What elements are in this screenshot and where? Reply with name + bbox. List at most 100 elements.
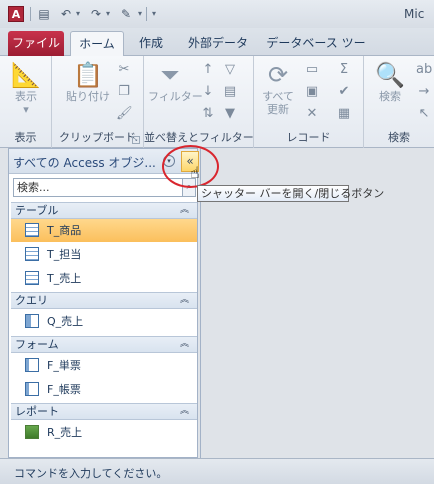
nav-item-label: T_担当 <box>47 248 82 261</box>
collapse-icon: ︽ <box>179 406 189 416</box>
category-header-reports[interactable]: レポート ︽ <box>11 403 197 420</box>
refresh-icon: ⟳ <box>267 61 289 89</box>
view-button-label: 表示 <box>15 90 37 103</box>
paste-button[interactable]: 📋 貼り付け <box>66 60 110 103</box>
form-icon <box>25 358 39 372</box>
paste-icon: 📋 <box>73 61 103 89</box>
ribbon: 📐 表示 ▾ 表示 📋 貼り付け ✂ ❐ 🖌 クリップボード ↘ ⏷ フィルター… <box>0 56 434 148</box>
tab-external-data[interactable]: 外部データ <box>184 31 252 56</box>
nav-item-table[interactable]: T_商品 <box>11 219 197 242</box>
cut-icon[interactable]: ✂ <box>116 62 132 78</box>
tab-create[interactable]: 作成 <box>130 31 172 56</box>
report-icon <box>25 425 39 439</box>
nav-item-report[interactable]: R_売上 <box>11 421 197 444</box>
group-sort-filter-label: 並べ替えとフィルター <box>144 131 254 144</box>
nav-pane-title[interactable]: すべての Access オブジ... <box>13 154 156 171</box>
refresh-label-line2: 更新 <box>267 103 289 116</box>
clear-sort-icon[interactable]: ⇅ <box>200 106 216 122</box>
nav-item-label: Q_売上 <box>47 315 84 328</box>
group-find-label: 検索 <box>388 131 410 144</box>
copy-icon[interactable]: ❐ <box>116 84 132 100</box>
refresh-all-button[interactable]: ⟳ すべて 更新 <box>256 60 300 116</box>
nav-search-input[interactable]: 検索... <box>13 178 183 197</box>
nav-item-label: T_商品 <box>47 224 82 237</box>
redo-dropdown-icon[interactable]: ▾ <box>104 6 112 22</box>
undo-dropdown-icon[interactable]: ▾ <box>74 6 82 22</box>
toggle-filter-icon[interactable]: ▼ <box>222 106 238 122</box>
window-title: Mic <box>404 7 425 21</box>
navigation-pane: すべての Access オブジ... ▾ « 検索... ⌕ テーブル ︽ T_… <box>8 148 199 458</box>
category-header-queries[interactable]: クエリ ︽ <box>11 292 197 309</box>
new-record-icon[interactable]: ▭ <box>304 62 320 78</box>
redo-icon[interactable]: ↷ <box>88 6 104 22</box>
goto-icon[interactable]: → <box>416 84 432 100</box>
shutter-tooltip: シャッター バーを開く/閉じるボタン <box>197 185 384 202</box>
undo-icon[interactable]: ↶ <box>58 6 74 22</box>
category-header-forms[interactable]: フォーム ︽ <box>11 336 197 353</box>
qat-menu-icon[interactable]: ▾ <box>150 6 158 22</box>
group-find: 🔍 検索 ab → ↖ 検索 <box>364 56 434 148</box>
status-text: コマンドを入力してください。 <box>14 467 168 480</box>
filter-button-label: フィルター <box>148 90 203 103</box>
group-clipboard-label: クリップボード <box>59 131 136 144</box>
filter-button[interactable]: ⏷ フィルター <box>148 60 203 103</box>
binoculars-icon: 🔍 <box>375 61 405 89</box>
category-header-tables[interactable]: テーブル ︽ <box>11 202 197 219</box>
collapse-icon: ︽ <box>179 205 189 215</box>
sort-descending-icon[interactable]: ↓ <box>200 84 216 100</box>
category-label: クエリ <box>15 294 48 307</box>
group-clipboard: 📋 貼り付け ✂ ❐ 🖌 クリップボード ↘ <box>52 56 144 148</box>
nav-item-form[interactable]: F_帳票 <box>11 378 197 401</box>
table-icon <box>25 223 39 237</box>
find-button[interactable]: 🔍 検索 <box>368 60 412 103</box>
select-icon[interactable]: ↖ <box>416 106 432 122</box>
collapse-icon: ︽ <box>179 295 189 305</box>
delete-record-icon[interactable]: ✕ <box>304 106 320 122</box>
tab-database-tools[interactable]: データベース ツール <box>264 31 368 75</box>
group-view-label: 表示 <box>14 131 37 144</box>
tab-file[interactable]: ファイル <box>8 31 64 56</box>
group-view: 📐 表示 ▾ 表示 <box>0 56 52 148</box>
customize-icon[interactable]: ✎ <box>118 6 134 22</box>
nav-item-table[interactable]: T_売上 <box>11 267 197 290</box>
nav-item-query[interactable]: Q_売上 <box>11 310 197 333</box>
spelling-icon[interactable]: ✔ <box>336 84 352 100</box>
totals-icon[interactable]: Σ <box>336 62 352 78</box>
mouse-pointer-icon: ☝ <box>190 163 200 182</box>
table-icon <box>25 271 39 285</box>
nav-item-form[interactable]: F_単票 <box>11 354 197 377</box>
status-bar: コマンドを入力してください。 <box>0 458 434 484</box>
category-label: テーブル <box>15 204 59 217</box>
group-records-label: レコード <box>286 131 331 144</box>
selection-filter-icon[interactable]: ▽ <box>222 62 238 78</box>
title-bar: A ▤ ↶ ▾ ↷ ▾ ✎ ▾ ▾ Mic <box>0 0 434 28</box>
view-button[interactable]: 📐 表示 ▾ <box>4 60 48 116</box>
collapse-icon: ︽ <box>179 339 189 349</box>
replace-icon[interactable]: ab <box>416 62 432 78</box>
save-record-icon[interactable]: ▣ <box>304 84 320 100</box>
table-icon <box>25 247 39 261</box>
query-icon <box>25 314 39 328</box>
find-button-label: 検索 <box>379 90 401 103</box>
save-icon[interactable]: ▤ <box>36 6 52 22</box>
sort-ascending-icon[interactable]: ↑ <box>200 62 216 78</box>
advanced-filter-icon[interactable]: ▤ <box>222 84 238 100</box>
nav-item-label: F_単票 <box>47 359 81 372</box>
customize-dropdown-icon[interactable]: ▾ <box>136 6 144 22</box>
more-icon[interactable]: ▦ <box>336 106 352 122</box>
filter-icon: ⏷ <box>160 61 180 89</box>
refresh-label-line1: すべて <box>262 90 294 103</box>
group-sort-filter: ⏷ フィルター ↑ ▽ ↓ ▤ ⇅ ▼ 並べ替えとフィルター <box>144 56 254 148</box>
nav-item-table[interactable]: T_担当 <box>11 243 197 266</box>
access-app-icon[interactable]: A <box>8 6 24 22</box>
ribbon-tabs: ファイル ホーム 作成 外部データ データベース ツール <box>0 28 434 75</box>
nav-item-label: T_売上 <box>47 272 82 285</box>
tab-home[interactable]: ホーム <box>70 31 124 57</box>
format-painter-icon[interactable]: 🖌 <box>116 106 133 122</box>
qat-separator <box>146 7 147 21</box>
nav-item-label: F_帳票 <box>47 383 81 396</box>
qat-separator <box>30 7 31 21</box>
group-records: ⟳ すべて 更新 ▭ Σ ▣ ✔ ✕ ▦ レコード <box>254 56 364 148</box>
nav-item-label: R_売上 <box>47 426 83 439</box>
clipboard-launcher-icon[interactable]: ↘ <box>132 136 140 144</box>
